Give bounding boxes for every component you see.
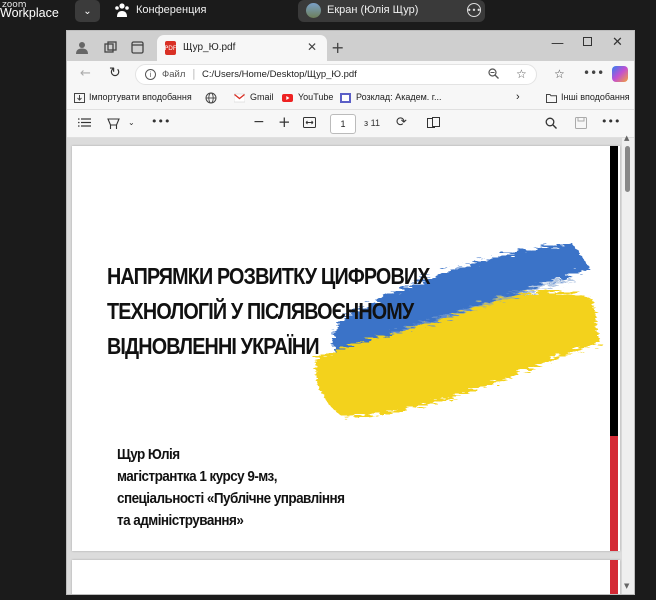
address-bar-row: ← ↻ i Файл | C:/Users/Home/Desktop/Щур_Ю… bbox=[67, 61, 634, 88]
pdf-page-1: НАПРЯМКИ РОЗВИТКУ ЦИФРОВИХ ТЕХНОЛОГІЙ У … bbox=[72, 146, 620, 551]
slide-edge-black-bar bbox=[610, 146, 618, 436]
zoom-out-button[interactable]: − bbox=[253, 114, 265, 130]
slide-edge-red-bar bbox=[610, 560, 618, 594]
zoom-workplace-text: Workplace bbox=[0, 6, 59, 20]
folder-icon bbox=[546, 94, 557, 103]
url-text[interactable]: C:/Users/Home/Desktop/Щур_Ю.pdf bbox=[202, 69, 357, 80]
pdf-toolbar: ⌄ ••• − + 1 з 11 ⟳ ••• bbox=[67, 110, 634, 138]
rotate-icon[interactable]: ⟳ bbox=[396, 115, 407, 130]
bookmark-rozklad[interactable]: Розклад: Академ. г... bbox=[356, 92, 441, 102]
save-icon[interactable] bbox=[575, 117, 587, 132]
chevron-down-icon: ⌄ bbox=[83, 5, 92, 17]
slide-author-line-1: Щур Юлія bbox=[117, 446, 180, 463]
new-tab-icon[interactable]: + bbox=[331, 38, 344, 57]
zoom-top-bar: zoom Workplace ⌄ Конференция Екран (Юлія… bbox=[0, 0, 656, 30]
favorites-list-icon[interactable]: ☆ bbox=[554, 67, 565, 81]
slide-author-line-4: та адміністрування» bbox=[117, 512, 244, 529]
sharer-avatar bbox=[306, 3, 321, 18]
bookmarks-bar: Імпортувати вподобання Gmail YouTube Роз… bbox=[67, 88, 634, 110]
scroll-up-icon[interactable]: ▲ bbox=[624, 134, 629, 142]
pdf-page-2 bbox=[72, 560, 620, 594]
bookmark-gmail[interactable]: Gmail bbox=[250, 92, 274, 102]
window-close-icon[interactable]: ✕ bbox=[612, 35, 623, 50]
scroll-thumb[interactable] bbox=[625, 146, 630, 192]
page-number-input[interactable]: 1 bbox=[330, 114, 356, 134]
search-icon[interactable] bbox=[545, 117, 557, 132]
zoom-in-button[interactable]: + bbox=[278, 113, 291, 131]
draw-icon[interactable] bbox=[107, 117, 120, 133]
close-tab-icon[interactable]: ✕ bbox=[307, 40, 317, 54]
profile-icon[interactable] bbox=[74, 39, 90, 55]
slide-title-line-2: ТЕХНОЛОГІЙ У ПІСЛЯВОЄННОМУ bbox=[107, 298, 414, 324]
fit-page-icon[interactable] bbox=[303, 117, 316, 131]
address-bar[interactable]: i Файл | C:/Users/Home/Desktop/Щур_Ю.pdf… bbox=[135, 64, 537, 85]
chevron-down-icon[interactable]: ⌄ bbox=[128, 118, 135, 127]
workspaces-icon[interactable] bbox=[102, 39, 118, 55]
youtube-icon bbox=[282, 94, 293, 102]
more-tools-icon[interactable]: ••• bbox=[151, 115, 170, 128]
pdf-viewer[interactable]: НАПРЯМКИ РОЗВИТКУ ЦИФРОВИХ ТЕХНОЛОГІЙ У … bbox=[67, 134, 634, 594]
meeting-label[interactable]: Конференция bbox=[136, 4, 206, 16]
info-icon[interactable]: i bbox=[145, 69, 156, 80]
back-arrow-icon[interactable]: ← bbox=[80, 66, 91, 81]
slide-author-line-2: магістрантка 1 курсу 9-мз, bbox=[117, 468, 277, 485]
more-menu-icon[interactable]: ••• bbox=[583, 66, 604, 80]
slide-title-line-3: ВІДНОВЛЕННІ УКРАЇНИ bbox=[107, 333, 320, 359]
scroll-down-icon[interactable]: ▼ bbox=[624, 582, 629, 590]
vertical-scrollbar[interactable]: ▲ ▼ bbox=[622, 134, 634, 594]
more-options-icon[interactable]: ••• bbox=[467, 3, 481, 17]
page-view-icon[interactable] bbox=[427, 117, 440, 131]
reload-icon[interactable]: ↻ bbox=[109, 65, 121, 81]
search-zoom-icon[interactable] bbox=[488, 68, 499, 82]
slide-edge-red-bar bbox=[610, 436, 618, 551]
screen-share-label: Екран (Юлія Щур) bbox=[327, 4, 419, 16]
zoom-menu-button[interactable]: ⌄ bbox=[75, 0, 100, 22]
tab-pdf[interactable]: PDF Щур_Ю.pdf ✕ bbox=[157, 35, 327, 61]
favorite-star-icon[interactable]: ☆ bbox=[516, 67, 527, 81]
tab-strip: PDF Щур_Ю.pdf ✕ + — ✕ bbox=[67, 31, 634, 61]
browser-window: PDF Щур_Ю.pdf ✕ + — ✕ ← ↻ i Файл | C:/Us… bbox=[66, 30, 635, 595]
url-scheme-label: Файл bbox=[162, 69, 186, 80]
minimize-icon[interactable]: — bbox=[551, 36, 564, 51]
import-icon bbox=[74, 93, 85, 103]
slide-title-line-1: НАПРЯМКИ РОЗВИТКУ ЦИФРОВИХ bbox=[107, 263, 430, 289]
page-count-label: з 11 bbox=[364, 118, 380, 128]
meeting-participants-icon bbox=[115, 3, 129, 17]
globe-icon[interactable] bbox=[205, 92, 217, 104]
schedule-icon bbox=[340, 93, 351, 103]
tab-actions-icon[interactable] bbox=[129, 39, 145, 55]
bookmark-import[interactable]: Імпортувати вподобання bbox=[89, 92, 192, 102]
gmail-icon bbox=[234, 93, 245, 103]
contents-list-icon[interactable] bbox=[78, 117, 91, 131]
url-separator: | bbox=[192, 67, 196, 80]
pdf-file-icon: PDF bbox=[165, 41, 176, 55]
slide-author-line-3: спеціальності «Публічне управління bbox=[117, 490, 345, 507]
bookmark-youtube[interactable]: YouTube bbox=[298, 92, 333, 102]
bookmark-other[interactable]: Інші вподобання bbox=[561, 92, 630, 102]
more-options-icon[interactable]: ••• bbox=[601, 115, 620, 128]
chevron-right-icon[interactable]: › bbox=[516, 91, 520, 103]
tab-title: Щур_Ю.pdf bbox=[183, 42, 236, 53]
copilot-icon[interactable] bbox=[612, 66, 628, 82]
maximize-icon[interactable] bbox=[583, 37, 592, 46]
